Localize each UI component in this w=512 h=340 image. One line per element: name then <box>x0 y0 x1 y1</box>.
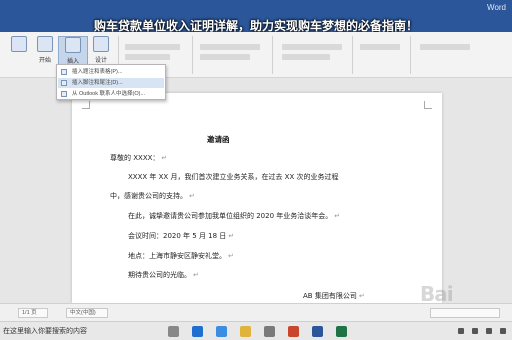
language-indicator[interactable]: 中文(中国) <box>66 308 108 318</box>
ribbon-button-label: 开始 <box>38 58 51 64</box>
ribbon-control[interactable] <box>282 54 330 60</box>
tray-icon[interactable] <box>486 328 492 334</box>
title-bar: Word <box>0 0 512 18</box>
zoom-slider[interactable] <box>430 308 500 318</box>
paragraph-mark: ↵ <box>228 232 235 240</box>
task-view-icon[interactable] <box>168 326 179 337</box>
ribbon-control[interactable] <box>200 54 250 60</box>
word-icon[interactable] <box>312 326 323 337</box>
doc-paragraph-2: 在此，诚挚邀请贵公司参加我单位组织的 2020 年业务洽谈年会。 ↵ <box>128 212 341 220</box>
tray-icon[interactable] <box>458 328 464 334</box>
notification-icon[interactable] <box>500 328 506 334</box>
menu-item-label: 从 Outlook 联系人中选择(O)... <box>72 91 146 97</box>
ribbon-control[interactable] <box>200 44 260 50</box>
ribbon-separator <box>352 36 353 74</box>
menu-item-label: 插入脚注和尾注(D)... <box>72 80 123 86</box>
ribbon-separator <box>410 36 411 74</box>
menu-item-2[interactable]: 从 Outlook 联系人中选择(O)... <box>58 89 164 99</box>
ribbon-separator <box>192 36 193 74</box>
doc-paragraph-1a: XXXX 年 XX 月，我们首次建立业务关系，在过去 XX 次的业务过程 <box>128 173 339 181</box>
file-explorer-icon[interactable] <box>240 326 251 337</box>
taskbar: 在这里输入你要搜索的内容 <box>0 321 512 340</box>
menu-item-0[interactable]: 插入题注和表格(P)... <box>58 67 164 77</box>
paragraph-mark: ↵ <box>161 154 168 162</box>
ribbon-control[interactable] <box>125 44 180 50</box>
recipients-icon <box>65 37 81 53</box>
menu-item-1[interactable]: 插入脚注和尾注(D)... <box>58 78 164 88</box>
outlook-icon <box>61 91 67 97</box>
paragraph-mark: ↵ <box>189 192 195 200</box>
ribbon-separator <box>272 36 273 74</box>
document-icon <box>11 36 27 52</box>
mail-merge-icon <box>37 36 53 52</box>
doc-meeting-time: 会议时间：2020 年 5 月 18 日 ↵ <box>128 232 235 240</box>
tray-icon[interactable] <box>472 328 478 334</box>
margin-corner <box>424 101 432 109</box>
powerpoint-icon[interactable] <box>288 326 299 337</box>
doc-paragraph-1b: 中，感谢贵公司的支持。 ↵ <box>110 192 195 200</box>
ribbon-control[interactable] <box>125 54 170 60</box>
doc-meeting-place: 地点：上海市静安区静安礼堂。 ↵ <box>128 252 234 260</box>
dropdown-menu: 插入题注和表格(P)... 插入脚注和尾注(D)... 从 Outlook 联系… <box>56 64 166 100</box>
paragraph-mark: ↵ <box>193 271 199 279</box>
menu-item-label: 插入题注和表格(P)... <box>72 69 123 75</box>
excel-icon[interactable] <box>336 326 347 337</box>
ribbon-control[interactable] <box>282 44 342 50</box>
mail-icon[interactable] <box>216 326 227 337</box>
ribbon-control[interactable] <box>360 44 400 50</box>
store-icon[interactable] <box>264 326 275 337</box>
app-title-suffix: Word <box>487 3 506 12</box>
edge-icon[interactable] <box>192 326 203 337</box>
menu-item-icon <box>61 80 67 86</box>
doc-closing: 期待贵公司的光临。 ↵ <box>128 271 199 279</box>
menu-item-icon <box>61 69 67 75</box>
paragraph-mark: ↵ <box>358 292 365 300</box>
paragraph-mark: ↵ <box>228 252 234 260</box>
margin-corner <box>82 101 90 109</box>
doc-greeting: 尊敬的 XXXX： ↵ <box>110 154 168 162</box>
doc-title: 邀请函 <box>207 135 230 144</box>
status-bar: 1/1 页 中文(中国) <box>0 303 512 321</box>
doc-signature: AB 集团有限公司 ↵ <box>303 292 365 300</box>
paragraph-mark: ↵ <box>334 212 341 220</box>
taskbar-search-box[interactable]: 在这里输入你要搜索的内容 <box>0 323 122 340</box>
edit-list-icon <box>93 36 109 52</box>
ribbon-control[interactable] <box>420 44 470 50</box>
page-count[interactable]: 1/1 页 <box>18 308 48 318</box>
